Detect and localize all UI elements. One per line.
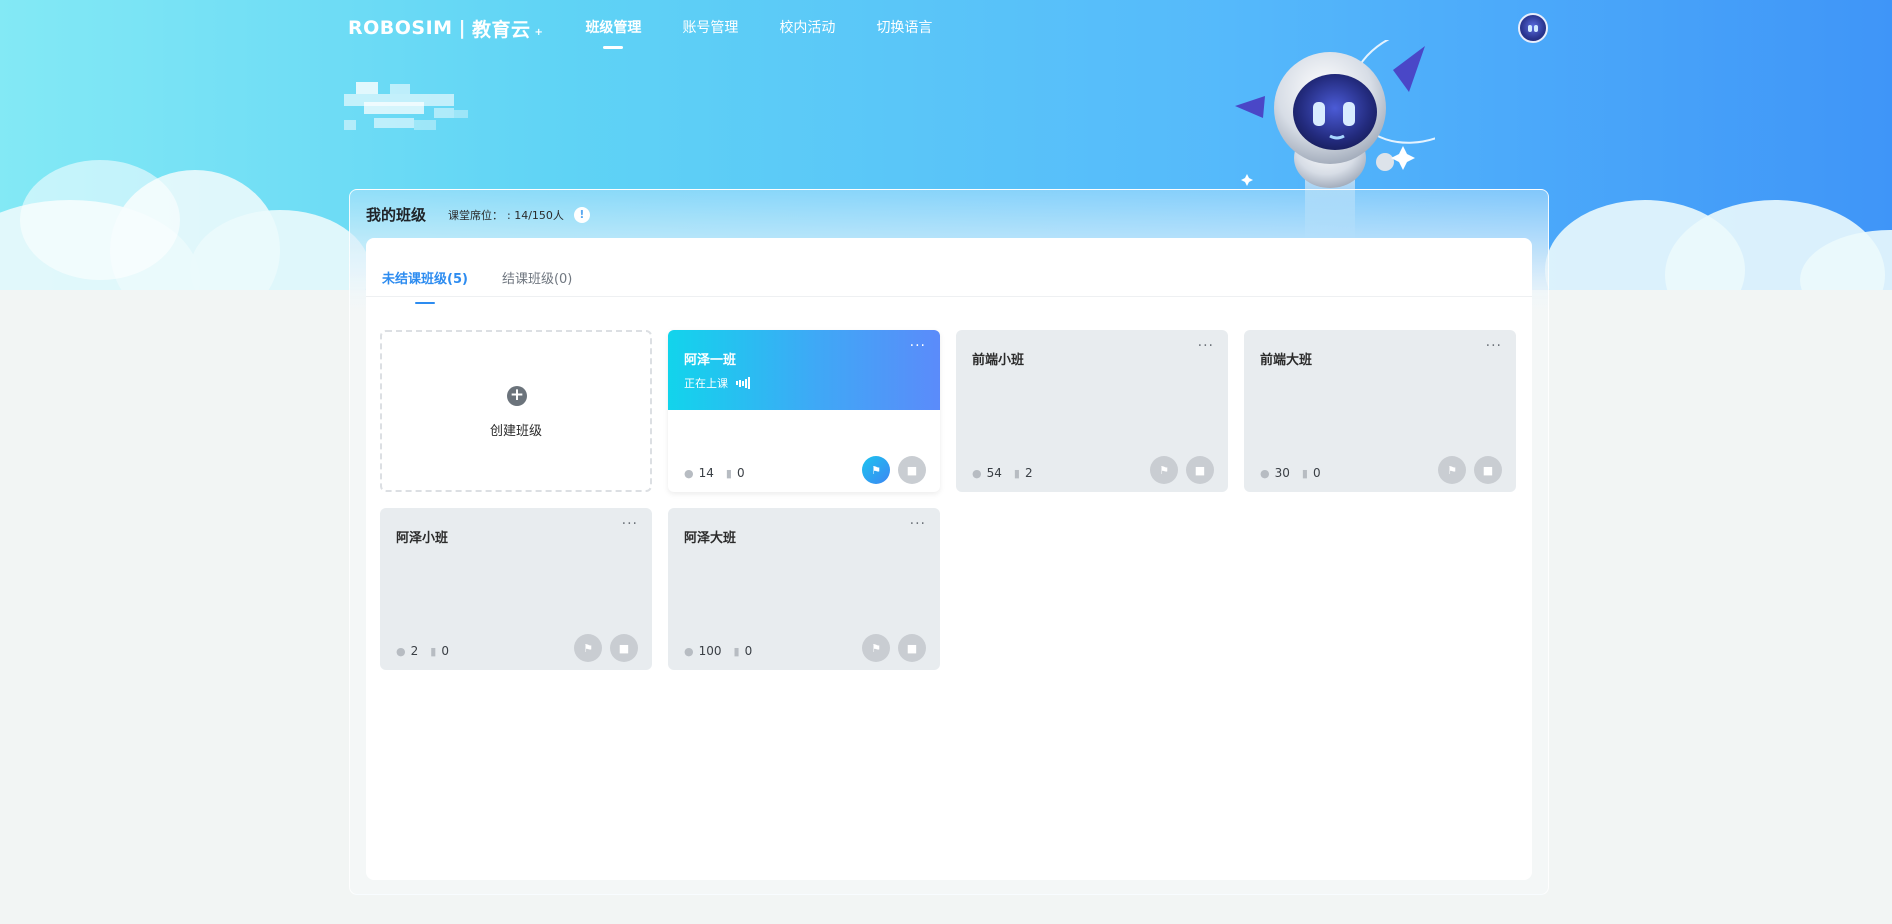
student-count: 2 [410, 644, 419, 658]
flag-icon[interactable]: ⚑ [862, 456, 890, 484]
plus-circle-icon: + [507, 386, 527, 406]
brand-separator: | [458, 17, 467, 39]
more-options-icon[interactable]: ··· [910, 338, 926, 354]
tab-ongoing-classes[interactable]: 未结课班级(5) [382, 268, 468, 304]
book-icon: ▮ [1013, 466, 1020, 480]
more-options-icon[interactable]: ··· [910, 516, 926, 532]
card-actions: ⚑ ■ [854, 456, 926, 484]
more-options-icon[interactable]: ··· [1486, 338, 1502, 354]
book-icon: ▮ [725, 466, 732, 480]
seat-value: : 14/150人 [507, 208, 564, 222]
class-name: 前端小班 [972, 353, 1025, 368]
book-icon: ▮ [733, 644, 740, 658]
card-actions: ⚑ ■ [566, 634, 638, 662]
course-count: 0 [736, 466, 745, 480]
classroom-icon[interactable]: ■ [1474, 456, 1502, 484]
menu-item-campus-activities[interactable]: 校内活动 [779, 0, 835, 56]
seat-label: 课堂席位： [448, 208, 504, 222]
tab-divider [366, 296, 1532, 297]
flag-icon[interactable]: ⚑ [1150, 456, 1178, 484]
user-icon: ● [396, 644, 406, 658]
card-actions: ⚑ ■ [854, 634, 926, 662]
class-panel: 我的班级 课堂席位： : 14/150人 ! 未结课班级(5) 结课班级(0) … [349, 189, 1549, 895]
class-card[interactable]: 前端小班 ··· ● 54 ▮ 2 ⚑ ■ [956, 330, 1228, 492]
class-stats: ● 54 ▮ 2 [972, 466, 1033, 480]
book-icon: ▮ [1301, 466, 1308, 480]
class-card[interactable]: 阿泽小班 ··· ● 2 ▮ 0 ⚑ ■ [380, 508, 652, 670]
student-count: 14 [698, 466, 714, 480]
brand-subtitle: 教育云 [472, 18, 531, 41]
brand-logo[interactable]: ROBOSIM | 教育云 + [348, 15, 543, 42]
class-name: 阿泽小班 [396, 531, 449, 546]
more-options-icon[interactable]: ··· [1198, 338, 1214, 354]
sparkle-icon: + [534, 26, 544, 38]
class-tabs: 未结课班级(5) 结课班级(0) [382, 268, 606, 304]
menu-item-class-management[interactable]: 班级管理 [585, 0, 641, 56]
class-name: 前端大班 [1260, 353, 1313, 368]
class-stats: ● 14 ▮ 0 [684, 466, 745, 480]
student-count: 54 [986, 466, 1002, 480]
student-count: 100 [698, 644, 722, 658]
create-class-label: 创建班级 [489, 424, 542, 439]
user-avatar[interactable] [1518, 13, 1548, 43]
flag-icon[interactable]: ⚑ [574, 634, 602, 662]
user-icon: ● [684, 466, 694, 480]
user-icon: ● [972, 466, 982, 480]
main-menu: 班级管理 账号管理 校内活动 切换语言 [585, 0, 973, 56]
card-live-header [668, 330, 940, 410]
class-stats: ● 30 ▮ 0 [1260, 466, 1321, 480]
class-stats: ● 2 ▮ 0 [396, 644, 449, 658]
menu-item-account-management[interactable]: 账号管理 [682, 0, 738, 56]
course-count: 0 [1312, 466, 1321, 480]
classroom-icon[interactable]: ■ [898, 456, 926, 484]
classroom-icon[interactable]: ■ [610, 634, 638, 662]
card-actions: ⚑ ■ [1430, 456, 1502, 484]
course-count: 0 [441, 644, 449, 658]
create-class-button[interactable]: + 创建班级 [380, 330, 652, 492]
book-icon: ▮ [430, 644, 437, 658]
class-card[interactable]: 前端大班 ··· ● 30 ▮ 0 ⚑ ■ [1244, 330, 1516, 492]
class-card[interactable]: 阿泽大班 ··· ● 100 ▮ 0 ⚑ ■ [668, 508, 940, 670]
menu-item-switch-language[interactable]: 切换语言 [876, 0, 932, 56]
class-name: 阿泽大班 [684, 531, 737, 546]
tab-finished-classes[interactable]: 结课班级(0) [502, 268, 572, 296]
card-actions: ⚑ ■ [1142, 456, 1214, 484]
class-status-label: 正在上课 [684, 377, 728, 390]
classroom-icon[interactable]: ■ [898, 634, 926, 662]
student-count: 30 [1274, 466, 1290, 480]
user-icon: ● [684, 644, 694, 658]
brand-name: ROBOSIM [348, 17, 453, 39]
flag-icon[interactable]: ⚑ [1438, 456, 1466, 484]
class-card[interactable]: 阿泽一班 正在上课 ··· ● 14 ▮ 0 ⚑ ■ [668, 330, 940, 492]
class-name: 阿泽一班 [684, 353, 737, 368]
class-list-container: 未结课班级(5) 结课班级(0) + 创建班级 阿泽一班 正在上课 ··· ● … [366, 238, 1532, 880]
info-icon[interactable]: ! [573, 206, 590, 223]
classroom-icon[interactable]: ■ [1186, 456, 1214, 484]
flag-icon[interactable]: ⚑ [862, 634, 890, 662]
class-status: 正在上课 [684, 375, 751, 391]
course-count: 0 [744, 644, 753, 658]
course-count: 2 [1024, 466, 1033, 480]
top-nav: ROBOSIM | 教育云 + 班级管理 账号管理 校内活动 切换语言 [348, 0, 973, 56]
blurred-username [344, 82, 500, 132]
audio-wave-icon [736, 377, 751, 389]
class-stats: ● 100 ▮ 0 [684, 644, 752, 658]
panel-title: 我的班级 [366, 206, 427, 224]
user-icon: ● [1260, 466, 1270, 480]
more-options-icon[interactable]: ··· [622, 516, 638, 532]
panel-header: 我的班级 课堂席位： : 14/150人 ! [366, 204, 590, 225]
